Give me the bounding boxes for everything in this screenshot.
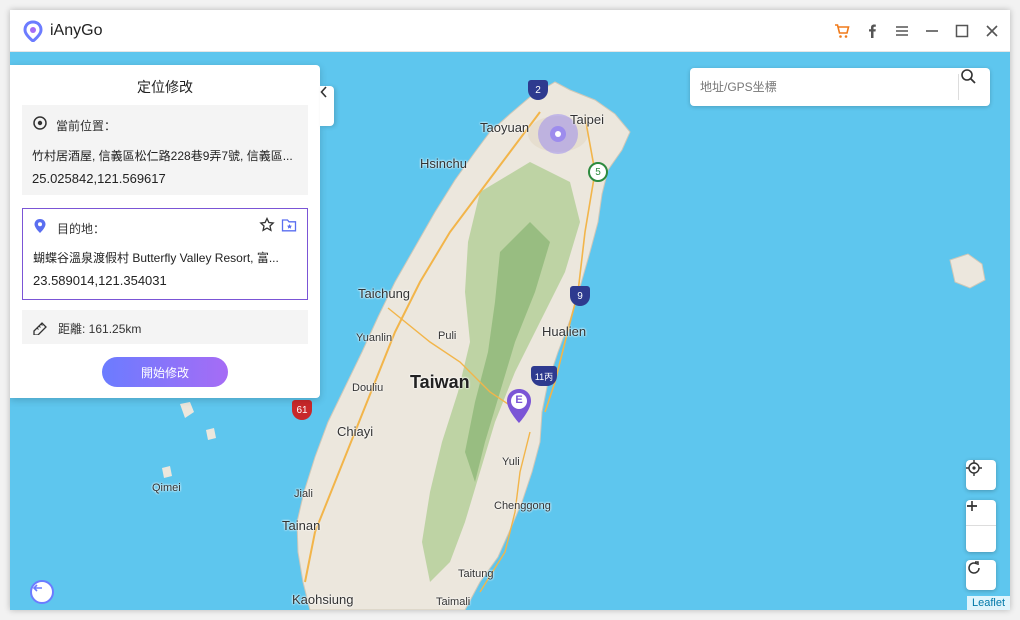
search-icon: [961, 69, 976, 84]
star-icon: [259, 217, 275, 232]
label-taimali: Taimali: [436, 596, 471, 608]
label-chiayi: Chiayi: [337, 424, 374, 439]
facebook-icon[interactable]: [862, 21, 882, 41]
label-taichung: Taichung: [358, 286, 411, 301]
label-taiwan: Taiwan: [410, 372, 470, 392]
destination-coords: 23.589014,121.354031: [33, 273, 167, 288]
folder-star-icon: [281, 219, 297, 232]
chevron-left-icon: [320, 86, 327, 98]
favorite-button[interactable]: [259, 217, 277, 235]
current-location-label: 當前位置：: [56, 119, 117, 133]
app-logo-icon: [22, 20, 44, 43]
locate-button[interactable]: [966, 460, 996, 490]
app-title: iAnyGo: [50, 22, 103, 39]
search-box: [690, 68, 990, 106]
label-jiali: Jiali: [294, 488, 313, 500]
crosshair-icon: [966, 460, 982, 476]
minus-icon: [967, 505, 977, 507]
island-penghu: [180, 402, 194, 418]
road-shield-11: 11丙: [531, 366, 557, 386]
close-icon[interactable]: [982, 21, 1002, 41]
title-bar: iAnyGo: [10, 10, 1010, 52]
label-puli: Puli: [438, 330, 457, 342]
panel-title: 定位修改: [137, 79, 193, 95]
maximize-icon[interactable]: [952, 21, 972, 41]
search-input[interactable]: [700, 76, 950, 98]
destination-marker-label: E: [515, 394, 523, 406]
label-chenggong: Chenggong: [494, 500, 551, 512]
label-hsinchu: Hsinchu: [420, 156, 467, 171]
leaflet-attribution[interactable]: Leaflet: [966, 596, 1010, 610]
destination-address: 蝴蝶谷溫泉渡假村 Butterfly Valley Resort, 富...: [33, 251, 279, 265]
label-hualien: Hualien: [542, 324, 587, 339]
start-modify-button[interactable]: 開始修改: [102, 357, 228, 387]
road-shield-2: 2: [528, 80, 548, 100]
reset-button[interactable]: [966, 560, 996, 590]
current-location-card: 當前位置： 竹村居酒屋, 信義區松仁路228巷9弄7號, 信義區... 25.0…: [22, 105, 308, 195]
location-panel: 定位修改 當前位置： 竹村居酒屋, 信義區松仁路228巷9弄7號, 信義區...…: [10, 65, 320, 398]
refresh-icon: [968, 561, 980, 574]
label-taoyuan: Taoyuan: [480, 120, 530, 135]
label-tainan: Tainan: [282, 518, 321, 533]
label-qimei: Qimei: [152, 482, 181, 494]
label-douliu: Douliu: [352, 382, 384, 394]
label-taitung: Taitung: [458, 568, 494, 580]
label-yuli: Yuli: [502, 456, 520, 468]
collapse-panel-button[interactable]: [320, 86, 334, 126]
back-button[interactable]: [30, 580, 54, 604]
destination-marker[interactable]: E: [505, 388, 533, 424]
label-kaohsiung: Kaohsiung: [292, 592, 354, 607]
zoom-out-button[interactable]: [966, 505, 996, 552]
destination-label: 目的地：: [57, 222, 106, 236]
distance-card: 距離: 161.25km: [22, 310, 308, 344]
map-view[interactable]: Taipei Taoyuan Hsinchu Taichung Puli Yua…: [10, 52, 1010, 610]
search-divider: [958, 74, 959, 100]
island-east: [949, 253, 986, 289]
road-shield-61: 61: [292, 400, 312, 420]
saved-folder-button[interactable]: [281, 217, 299, 235]
road-shield-5: 5: [588, 162, 608, 182]
ruler-icon: [33, 322, 47, 335]
zoom-control: [966, 500, 996, 552]
minimize-icon[interactable]: [922, 21, 942, 41]
distance-text: 距離: 161.25km: [58, 322, 142, 336]
current-location-address: 竹村居酒屋, 信義區松仁路228巷9弄7號, 信義區...: [32, 149, 293, 163]
pin-icon: [34, 219, 46, 233]
current-location-coords: 25.025842,121.569617: [32, 171, 166, 186]
label-yuanlin: Yuanlin: [356, 332, 393, 344]
menu-icon[interactable]: [892, 21, 912, 41]
app-window: iAnyGo Taipei Taoyuan Hsinchu Taichung P…: [10, 10, 1010, 610]
cart-icon[interactable]: [832, 21, 852, 41]
target-icon: [33, 116, 47, 130]
destination-card[interactable]: 目的地： 蝴蝶谷溫泉渡假村 Butterfly Valley Resort, 富…: [22, 208, 308, 300]
arrow-left-icon: [32, 584, 42, 592]
label-taipei: Taipei: [570, 112, 604, 127]
road-shield-9: 9: [570, 286, 590, 306]
search-button[interactable]: [960, 68, 990, 106]
current-location-dot: [555, 131, 561, 137]
